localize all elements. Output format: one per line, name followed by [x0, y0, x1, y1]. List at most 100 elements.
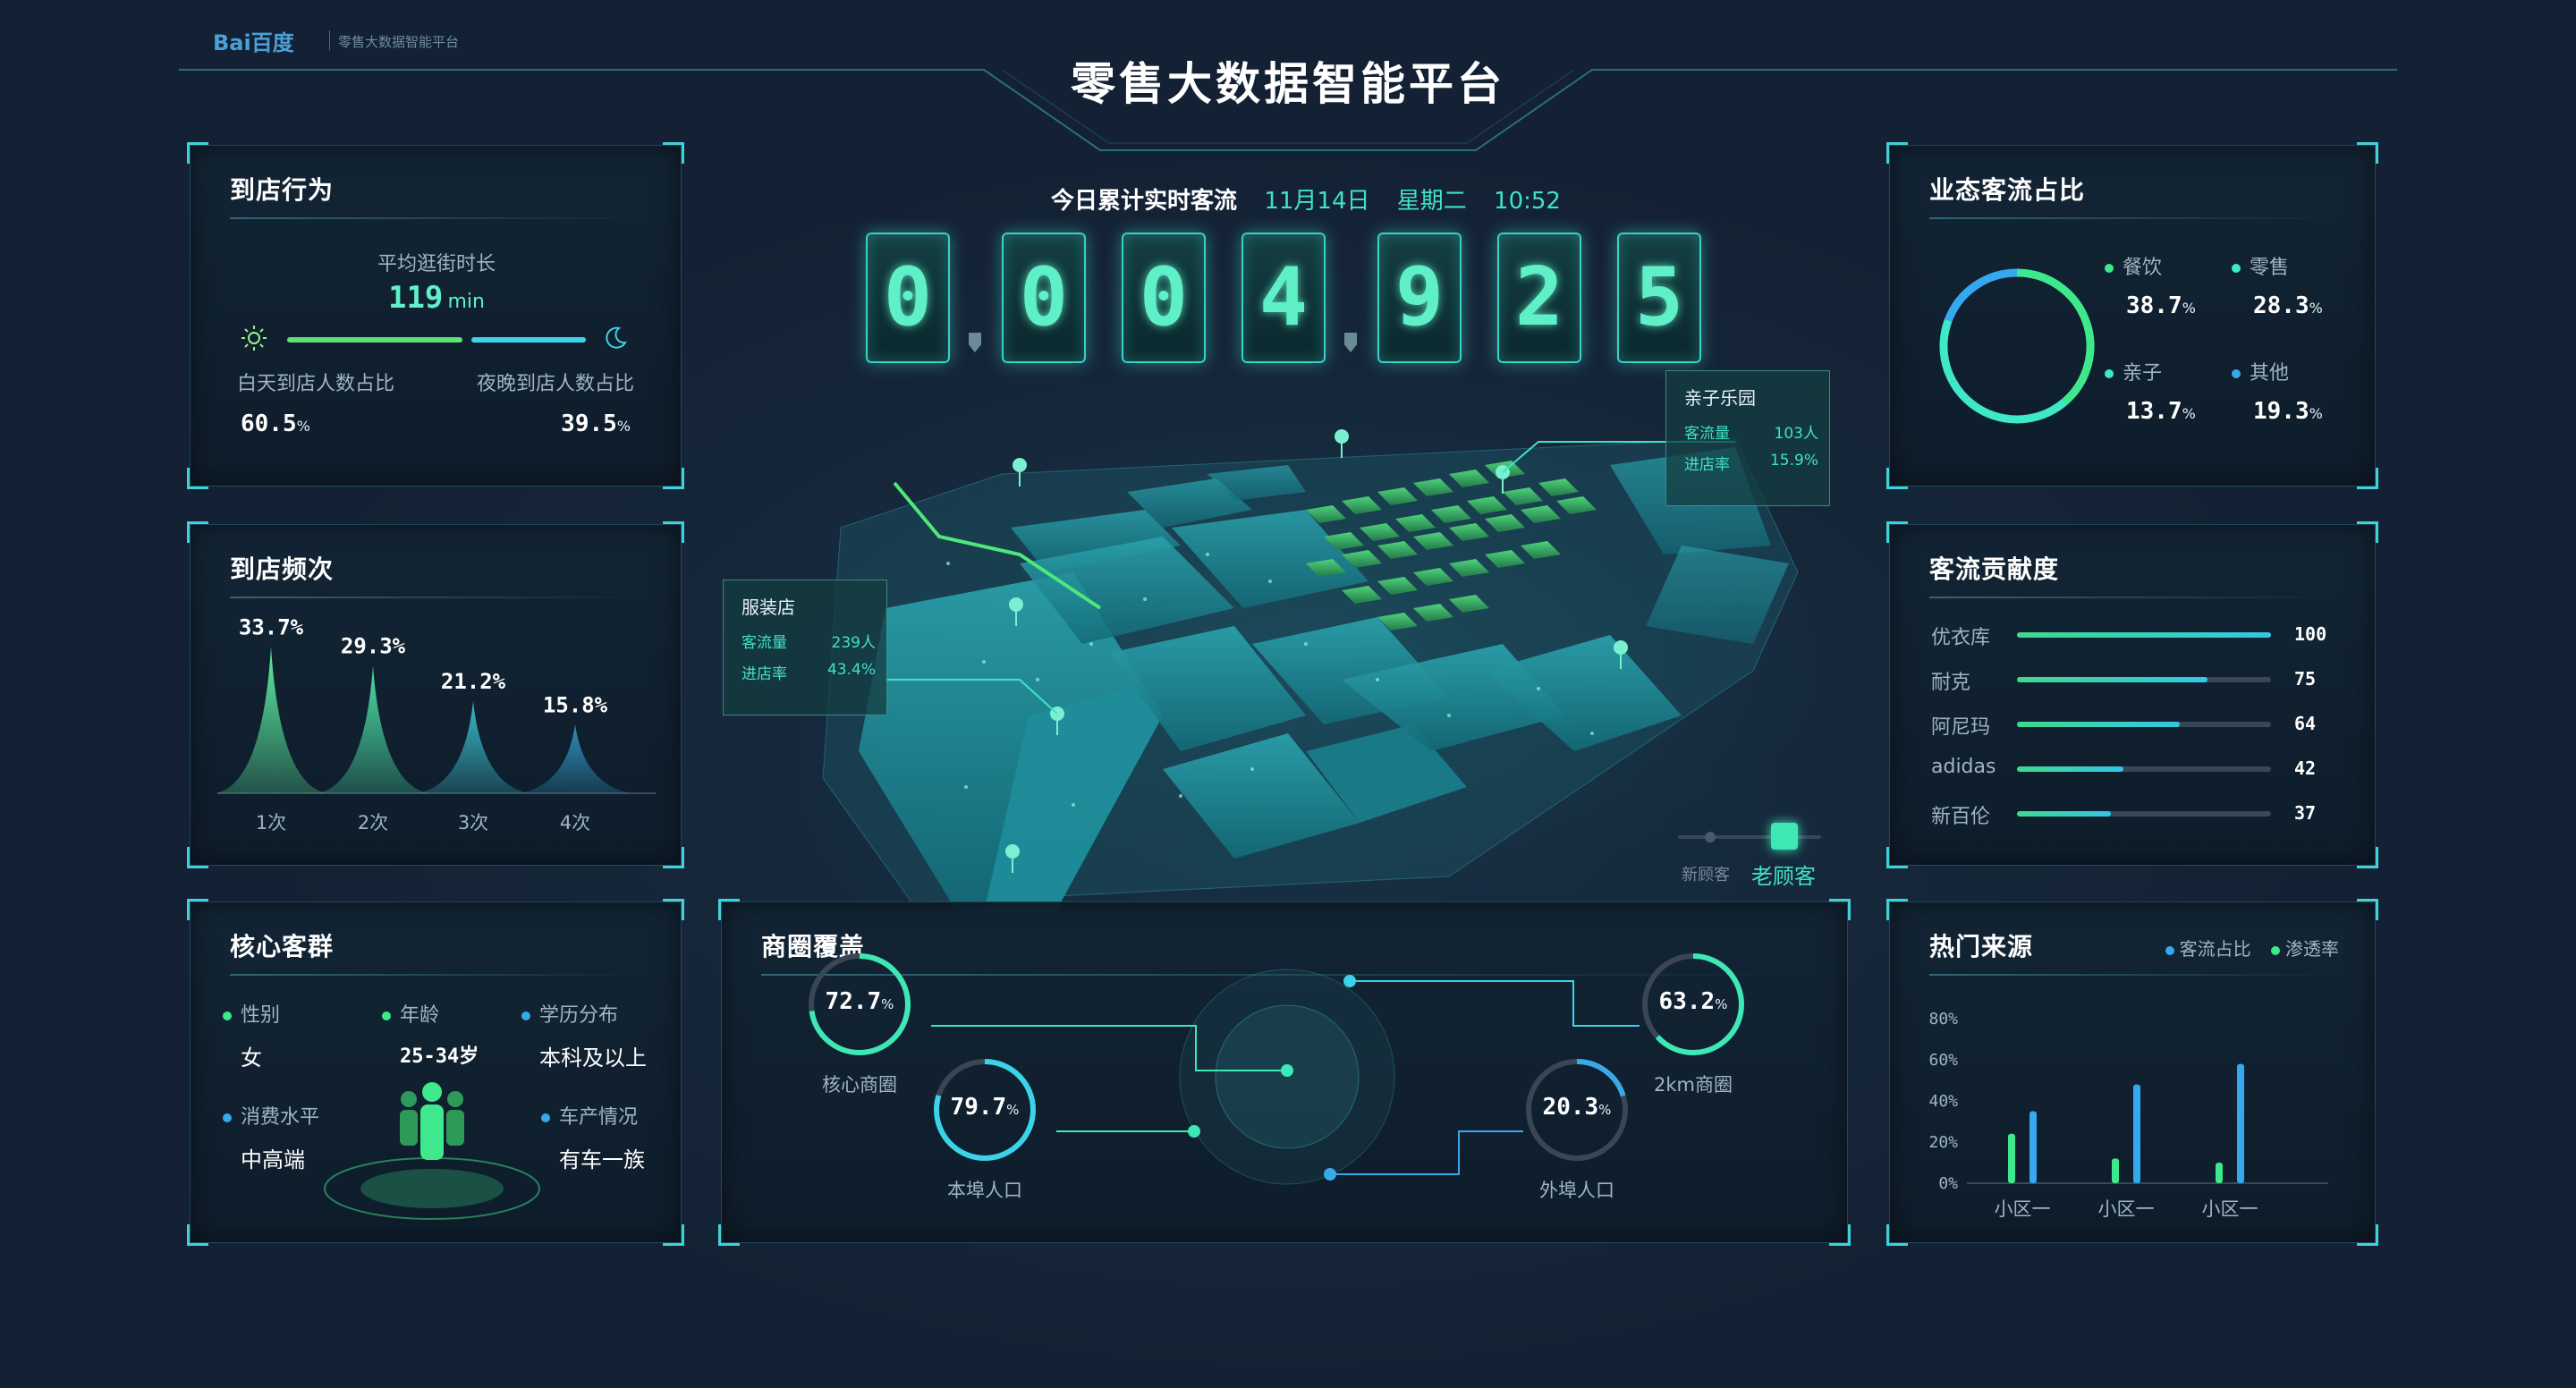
contribution-row: 耐克 75 [1890, 666, 2377, 694]
sources-chart: 80% 60% 40% 20% 0% 小区一 小区一 小区一 [1928, 1010, 2328, 1220]
contribution-value: 37 [2294, 802, 2317, 824]
frequency-peak [418, 701, 529, 793]
frequency-category-label: 1次 [256, 812, 286, 834]
panel-title: 到店行为 [230, 175, 335, 205]
customer-toggle[interactable]: 新顾客 老顾客 [1660, 823, 1821, 889]
map-callout-clothing-store[interactable]: 服装店 客流量 239人 进店率 43.4% [723, 580, 887, 715]
legend-dot [2271, 945, 2280, 955]
contribution-bar [2017, 766, 2123, 772]
ring-value: 63.2% [1658, 988, 1728, 1015]
counter-header: 今日累计实时客流 11月14日 星期二 10:52 [1038, 182, 1574, 216]
callout-title: 服装店 [741, 597, 795, 618]
core-item-spending: 消费水平 中高端 [223, 1101, 319, 1173]
ring-label: 核心商圈 [822, 1074, 897, 1096]
day-ratio-value: 60.5% [241, 410, 310, 437]
frequency-value-label: 21.2% [441, 669, 506, 694]
panel-title: 核心客群 [230, 932, 335, 961]
source-bar [2133, 1084, 2140, 1183]
sources-legend: 客流占比 渗透率 [2165, 935, 2339, 961]
frequency-value-label: 29.3% [341, 634, 406, 659]
format-legend-item: 亲子 13.7% [2105, 357, 2196, 425]
frequency-peak [520, 724, 631, 793]
panel-top-sources: 热门来源 客流占比 渗透率 80% 60% 40% 20% 0% 小区一 小区一 小区一 [1886, 899, 2378, 1246]
panel-visit-frequency: 到店频次 33.7% 1次 29.3% 2次 21.2% 3次 15.8% 4次 [187, 521, 684, 868]
page-title: 零售大数据智能平台 [1071, 58, 1505, 110]
source-category-label: 小区一 [1995, 1198, 2051, 1220]
source-bar [2216, 1163, 2223, 1183]
callout-row: 进店率 43.4% [741, 661, 876, 683]
source-category-label: 小区一 [2202, 1198, 2258, 1220]
format-legend-item: 餐饮 38.7% [2105, 251, 2196, 319]
day-night-bar [287, 337, 586, 343]
toggle-dot [1705, 832, 1716, 842]
contribution-row: adidas 42 [1890, 756, 2377, 783]
contribution-label: adidas [1931, 756, 1996, 778]
panel-format-share: 业态客流占比 餐饮 38.7% 零售 28.3% 亲子 13.7% 其他 19.… [1886, 142, 2378, 489]
contribution-row: 新百伦 37 [1890, 800, 2377, 828]
day-ratio-bar [287, 337, 462, 343]
night-ratio-label: 夜晚到店人数占比 [476, 373, 634, 395]
ring-value: 72.7% [825, 988, 894, 1015]
y-tick-label: 60% [1928, 1051, 1958, 1070]
format-legend-item: 零售 28.3% [2232, 251, 2323, 319]
panel-traffic-contribution: 客流贡献度 优衣库 100 耐克 75 阿尼玛 64 adidas 42 新百伦 37 [1886, 521, 2378, 868]
panel-title: 业态客流占比 [1929, 175, 2086, 205]
counter-weekday: 星期二 [1396, 188, 1467, 215]
core-item-age: 年龄 25-34岁 [382, 999, 479, 1069]
panel-trade-area: 商圈覆盖 72.7% 核心商圈 79.7% 本埠人口 63.2% 2km商圈 20.3% 外埠… [718, 899, 1851, 1246]
panel-store-behavior: 到店行为 平均逛街时长 119 min 白天到店人数占比 夜晚到店人数占比 60… [187, 142, 684, 489]
contribution-value: 64 [2294, 713, 2317, 734]
day-ratio-label: 白天到店人数占比 [237, 373, 395, 395]
source-bar [2112, 1158, 2119, 1183]
nonlocal-population-ring: 20.3% 外埠人口 [1523, 1056, 1631, 1208]
core-item-education: 学历分布 本科及以上 [521, 999, 647, 1071]
legend-dot [2165, 945, 2174, 955]
counter-digit: 0 [1002, 233, 1086, 363]
contribution-bar [2017, 677, 2207, 682]
contribution-row: 优衣库 100 [1890, 622, 2377, 649]
counter-label: 今日累计实时客流 [1051, 188, 1238, 215]
counter-digit: 4 [1241, 233, 1326, 363]
format-donut-chart [1939, 268, 2095, 424]
core-item-gender: 性别 女 [223, 999, 280, 1071]
callout-row: 客流量 239人 [741, 634, 876, 652]
toggle-knob-icon[interactable] [1771, 823, 1798, 850]
local-population-ring: 79.7% 本埠人口 [931, 1056, 1038, 1208]
source-bar [2008, 1133, 2015, 1183]
map-callout-kids-park[interactable]: 亲子乐园 客流量 103人 进店率 15.9% [1665, 370, 1830, 506]
people-group-icon [324, 1082, 540, 1220]
legend-dot [2105, 369, 2114, 378]
frequency-value-label: 15.8% [543, 692, 608, 717]
legend-dot [2105, 264, 2114, 273]
header: Bai百度 零售大数据智能平台 零售大数据智能平台 [0, 0, 2576, 161]
contribution-value: 100 [2294, 623, 2327, 645]
frequency-category-label: 3次 [458, 812, 488, 834]
panel-title: 到店频次 [230, 554, 335, 584]
toggle-new-label[interactable]: 新顾客 [1682, 862, 1730, 885]
donut-slice [1939, 318, 1957, 384]
format-legend-item: 其他 19.3% [2232, 357, 2323, 425]
contribution-value: 42 [2294, 757, 2317, 779]
callout-row: 客流量 103人 [1684, 425, 1818, 443]
panel-core-customers: 核心客群 性别 女 年龄 25-34岁 学历分布 本科及以上 消费水平 中高端 … [187, 899, 684, 1246]
frequency-chart: 33.7% 1次 29.3% 2次 21.2% 3次 15.8% 4次 [217, 614, 656, 834]
legend-dot [2232, 264, 2241, 273]
avg-duration-value: 119 min [387, 280, 485, 316]
counter-digit: 0 [1122, 233, 1206, 363]
counter-digit: 0 [866, 233, 950, 363]
counter-digit: 5 [1617, 233, 1701, 363]
night-ratio-value: 39.5% [561, 410, 631, 437]
contribution-value: 75 [2294, 668, 2317, 690]
frequency-category-label: 2次 [358, 812, 388, 834]
ring-label: 外埠人口 [1539, 1180, 1614, 1201]
ring-value: 20.3% [1542, 1094, 1612, 1121]
ring-value: 79.7% [950, 1094, 1020, 1121]
core-area-ring: 72.7% 核心商圈 [806, 951, 913, 1103]
toggle-old-label[interactable]: 老顾客 [1751, 859, 1816, 890]
contribution-bar [2017, 811, 2111, 817]
counter-digit: 9 [1377, 233, 1462, 363]
ring-label: 本埠人口 [947, 1180, 1022, 1201]
contribution-bar [2017, 722, 2180, 727]
callout-row: 进店率 15.9% [1684, 452, 1818, 474]
legend-dot [2232, 369, 2241, 378]
